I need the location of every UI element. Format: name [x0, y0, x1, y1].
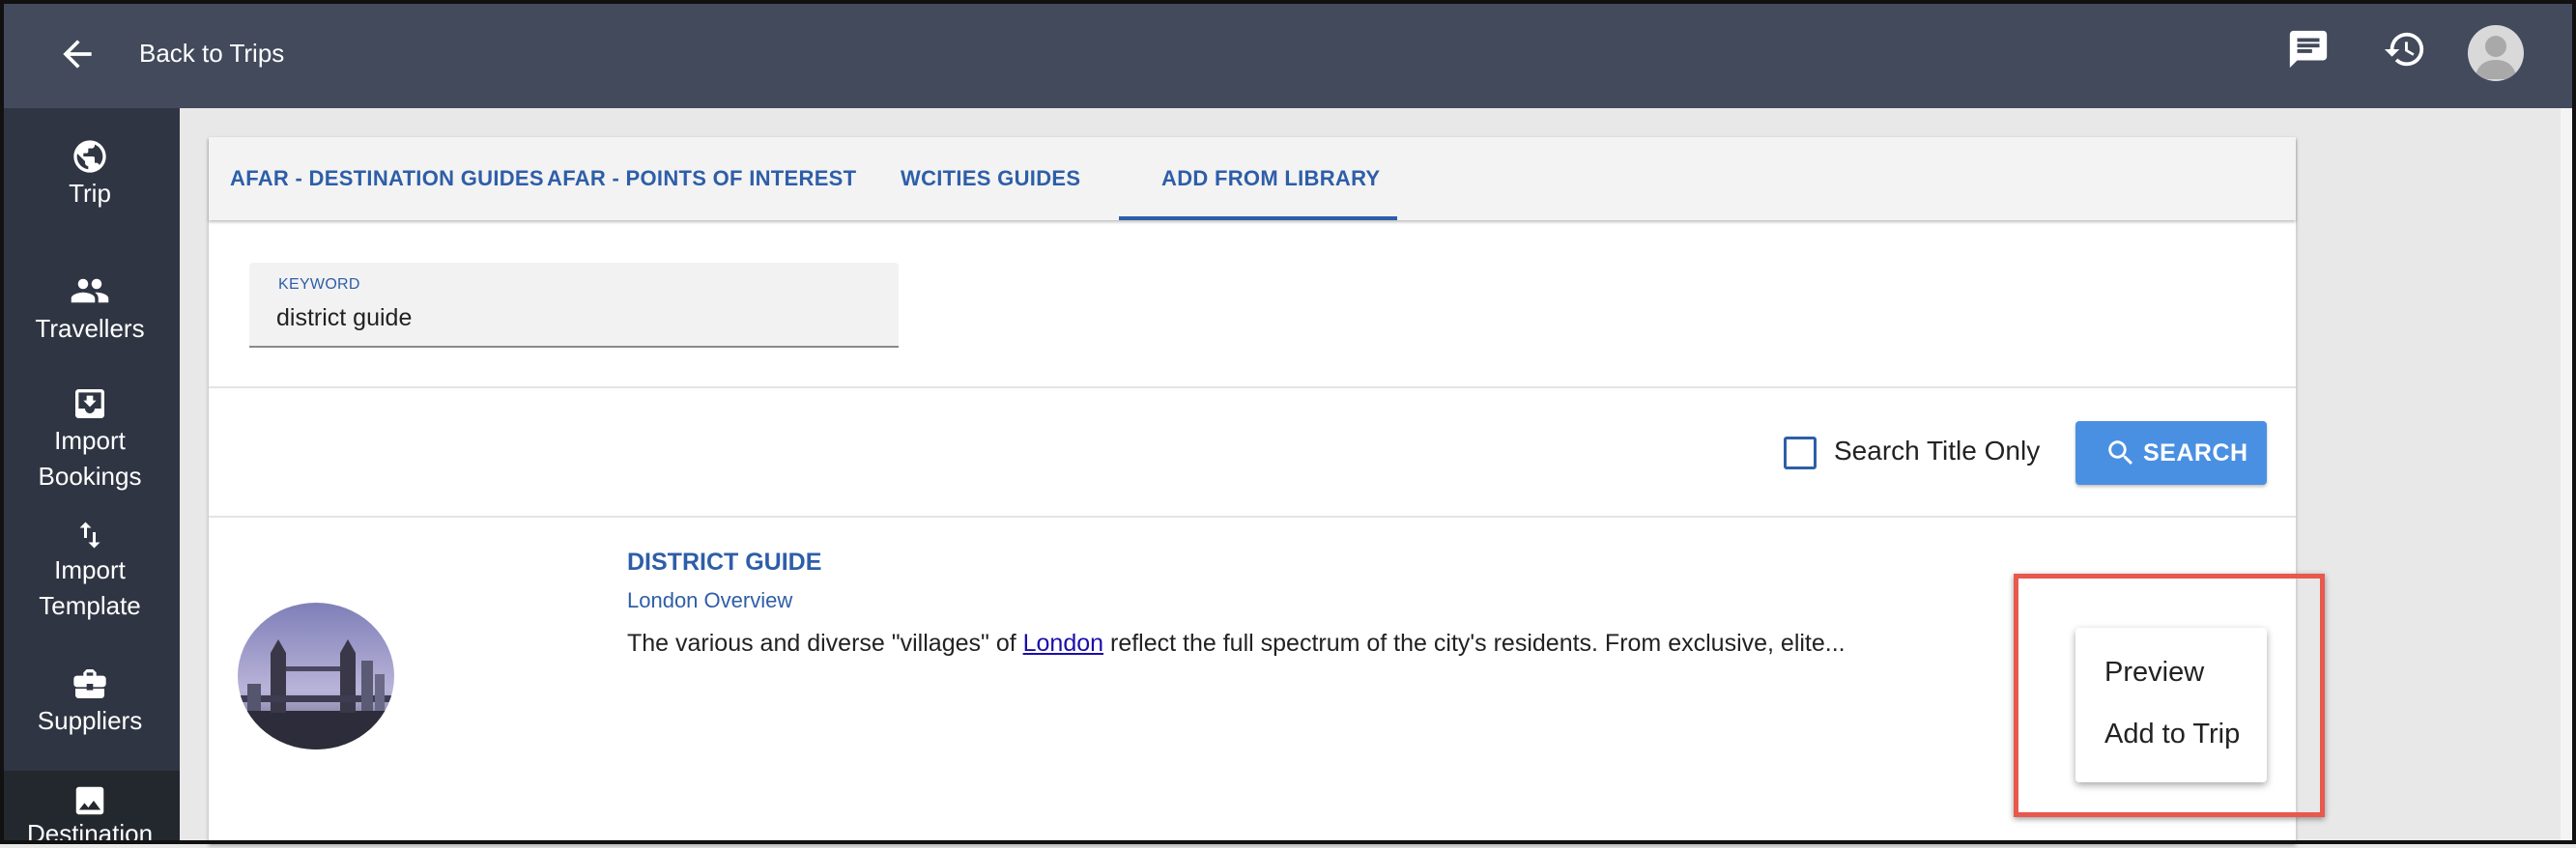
history-icon[interactable]: [2383, 27, 2427, 71]
image-icon: [75, 786, 104, 815]
scrollbar-track[interactable]: [2561, 108, 2576, 844]
globe-icon: [73, 140, 106, 173]
sidebar-item-label: Import Bookings: [38, 426, 142, 491]
sidebar-item-trip[interactable]: Trip: [0, 137, 180, 212]
sidebar-item-label: Trip: [69, 179, 111, 208]
avatar[interactable]: [2468, 25, 2524, 81]
tab-bar: AFAR - DESTINATION GUIDES AFAR - POINTS …: [209, 137, 2296, 220]
briefcase-icon: [73, 669, 106, 698]
sidebar: Trip Travellers Import Bookings Import T…: [0, 108, 180, 848]
result-actions-menu: Preview Add to Trip: [2075, 628, 2267, 782]
result-description-text: The various and diverse "villages" of: [627, 630, 1023, 657]
result-description-text: reflect the full spectrum of the city's …: [1103, 630, 1846, 657]
chat-icon[interactable]: [2286, 27, 2331, 71]
top-bar: Back to Trips: [0, 0, 2576, 108]
divider: [209, 516, 2296, 518]
menu-item-add-to-trip[interactable]: Add to Trip: [2104, 717, 2240, 751]
result-thumbnail[interactable]: [238, 603, 394, 749]
inbox-download-icon: [75, 389, 104, 418]
keyword-field[interactable]: KEYWORD: [249, 263, 899, 348]
sidebar-item-suppliers[interactable]: Suppliers: [0, 664, 180, 739]
tab-afar-destination-guides[interactable]: AFAR - DESTINATION GUIDES: [230, 137, 544, 220]
divider: [209, 386, 2296, 388]
result-description: The various and diverse "villages" of Lo…: [627, 628, 1846, 659]
sidebar-item-import-template[interactable]: Import Template: [0, 518, 180, 624]
sidebar-item-label: Import Template: [39, 555, 141, 620]
tab-wcities-guides[interactable]: WCITIES GUIDES: [901, 137, 1080, 220]
keyword-label: KEYWORD: [278, 276, 360, 293]
search-button[interactable]: SEARCH: [2075, 421, 2267, 485]
active-tab-indicator: [1119, 216, 1397, 220]
search-icon: [2108, 440, 2133, 466]
search-title-only-checkbox[interactable]: [1784, 437, 1817, 469]
sidebar-item-label: Suppliers: [37, 706, 143, 735]
sidebar-item-import-bookings[interactable]: Import Bookings: [0, 384, 180, 495]
menu-item-preview[interactable]: Preview: [2104, 655, 2204, 690]
arrow-left-icon[interactable]: [56, 33, 99, 75]
back-to-trips-link[interactable]: Back to Trips: [139, 37, 284, 70]
result-title[interactable]: DISTRICT GUIDE: [627, 547, 821, 578]
sidebar-item-label: Travellers: [35, 314, 145, 343]
people-icon: [71, 278, 109, 303]
result-subtitle: London Overview: [627, 588, 793, 612]
user-silhouette-icon: [2476, 36, 2516, 79]
search-title-only-label[interactable]: Search Title Only: [1834, 435, 2040, 467]
keyword-input[interactable]: [276, 301, 856, 334]
sidebar-item-travellers[interactable]: Travellers: [0, 270, 180, 347]
tab-afar-points-of-interest[interactable]: AFAR - POINTS OF INTEREST: [547, 137, 856, 220]
search-button-label: SEARCH: [2143, 439, 2248, 466]
sidebar-item-destination[interactable]: Destination: [0, 771, 180, 848]
swap-vertical-icon: [79, 522, 100, 549]
london-link[interactable]: London: [1023, 630, 1103, 657]
library-panel: AFAR - DESTINATION GUIDES AFAR - POINTS …: [209, 137, 2296, 844]
tab-add-from-library[interactable]: ADD FROM LIBRARY: [1161, 137, 1380, 220]
tower-bridge-image: [238, 603, 394, 749]
